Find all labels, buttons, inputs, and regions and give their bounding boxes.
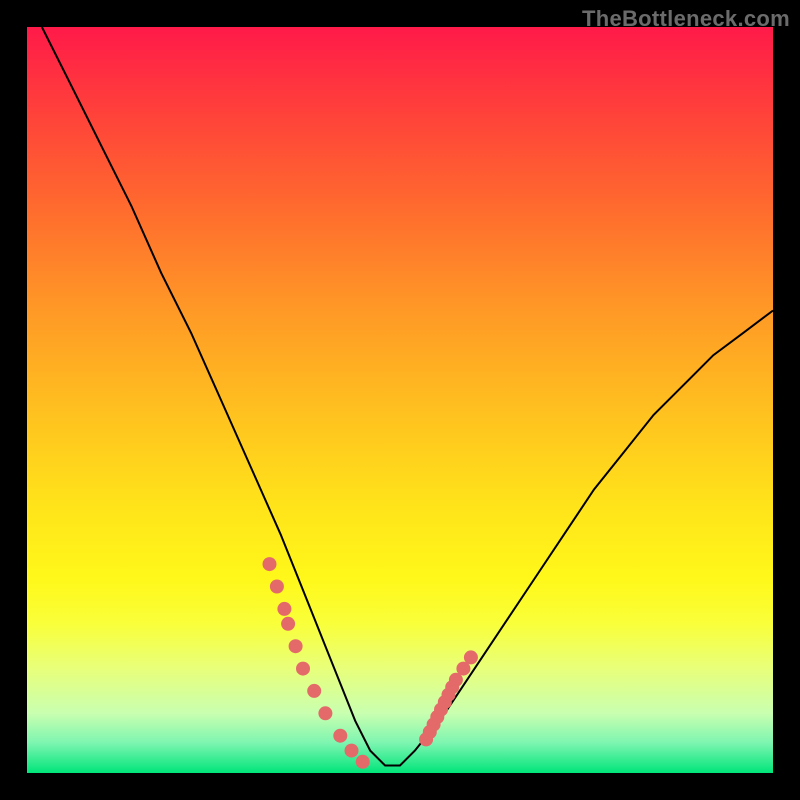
- data-point: [345, 744, 359, 758]
- data-point: [438, 695, 452, 709]
- outer-frame: TheBottleneck.com: [0, 0, 800, 800]
- data-point: [296, 662, 310, 676]
- data-point: [445, 680, 459, 694]
- data-point: [277, 602, 291, 616]
- data-point: [289, 639, 303, 653]
- data-point: [449, 673, 463, 687]
- data-point: [442, 688, 456, 702]
- dots-left-group: [263, 557, 370, 769]
- chart-svg: [27, 27, 773, 773]
- data-point: [434, 703, 448, 717]
- data-point: [318, 706, 332, 720]
- data-point: [356, 755, 370, 769]
- data-point: [464, 650, 478, 664]
- data-point: [270, 580, 284, 594]
- data-point: [456, 662, 470, 676]
- bottleneck-curve: [42, 27, 773, 766]
- watermark-text: TheBottleneck.com: [582, 6, 790, 32]
- dots-right-group: [419, 650, 478, 746]
- data-point: [333, 729, 347, 743]
- plot-area: [27, 27, 773, 773]
- data-point: [427, 718, 441, 732]
- data-point: [423, 725, 437, 739]
- data-point: [263, 557, 277, 571]
- data-point: [307, 684, 321, 698]
- data-point: [430, 710, 444, 724]
- data-point: [419, 732, 433, 746]
- data-point: [281, 617, 295, 631]
